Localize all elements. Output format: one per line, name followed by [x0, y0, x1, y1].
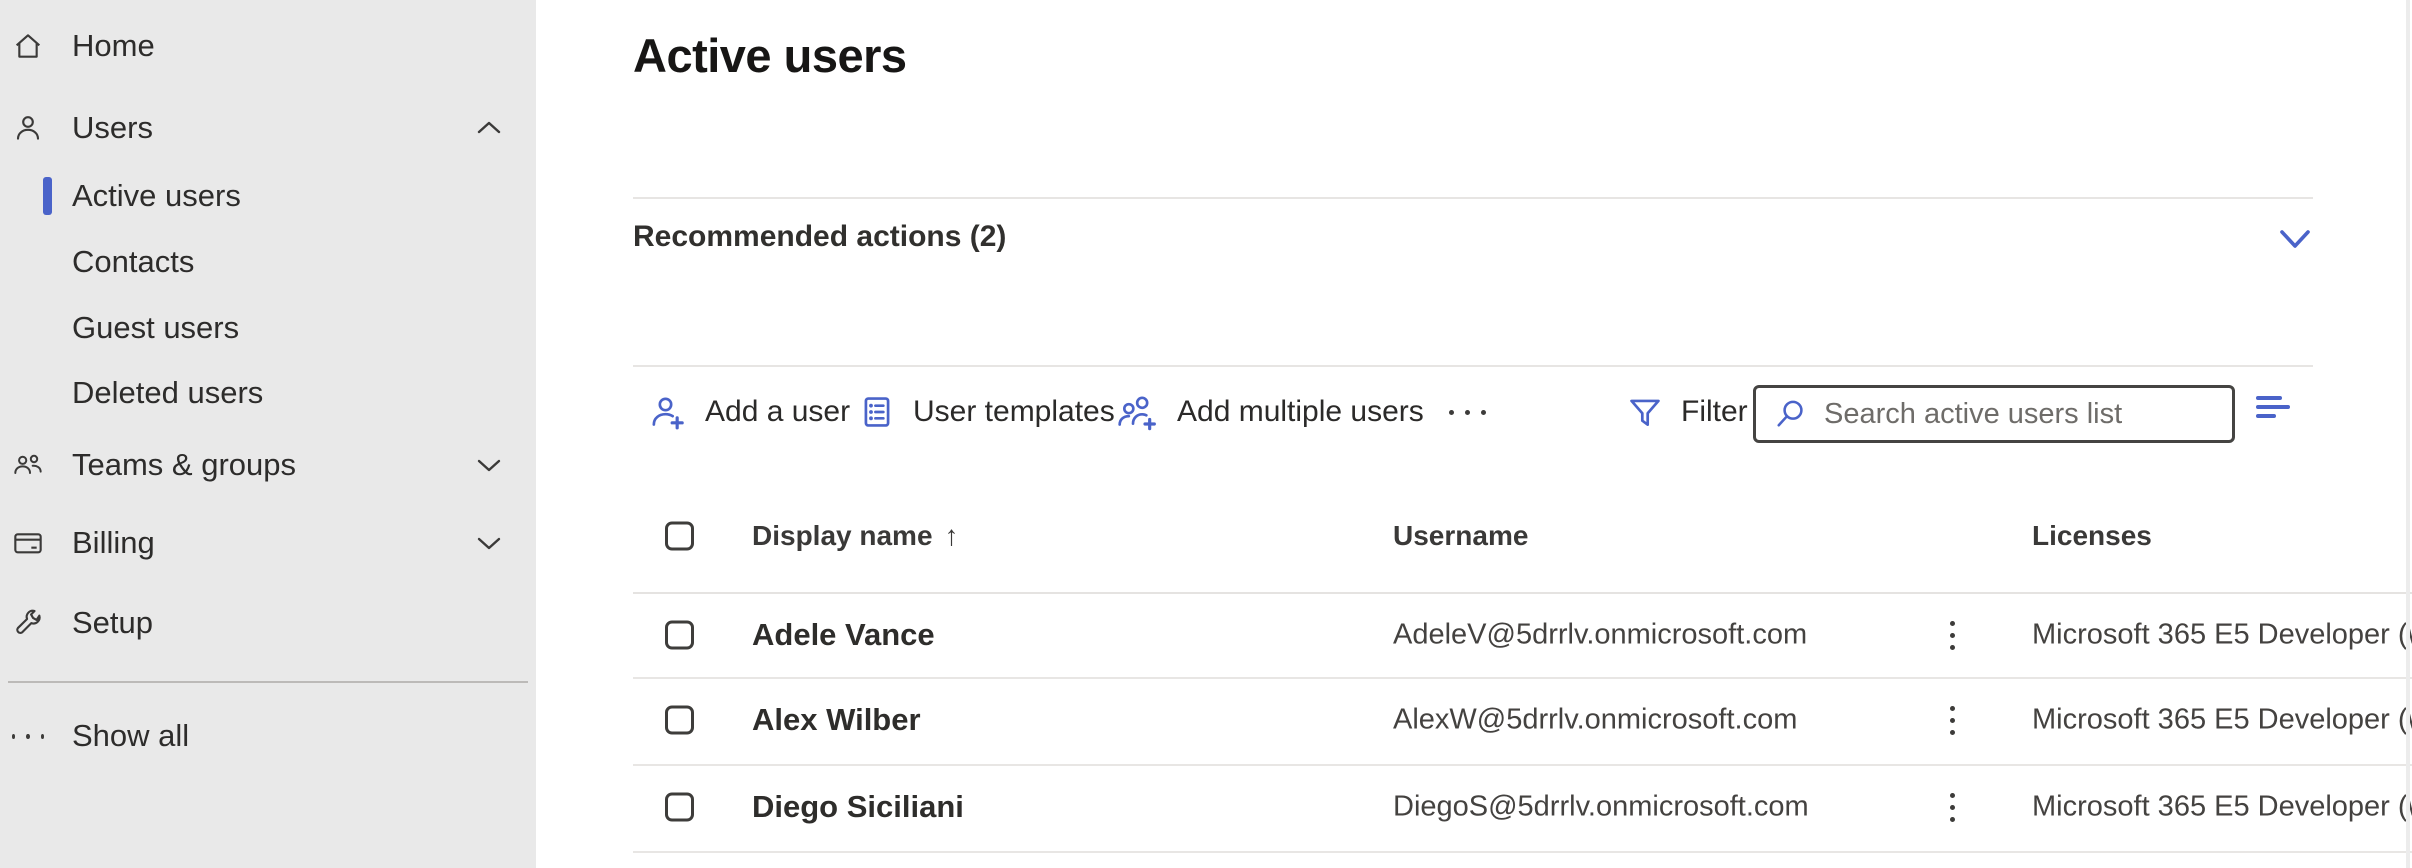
sidebar: Home Users Active users Contacts Guest u… — [0, 0, 536, 868]
sort-ascending-arrow-icon: ↑ — [945, 520, 959, 551]
row-checkbox[interactable] — [665, 621, 694, 650]
table-row: Diego Siciliani DiegoS@5drrlv.onmicrosof… — [633, 766, 2412, 848]
user-templates-button[interactable]: User templates — [858, 380, 1115, 444]
sidebar-item-billing[interactable]: Billing — [0, 513, 536, 573]
user-templates-label: User templates — [913, 395, 1115, 429]
sidebar-item-users[interactable]: Users — [0, 98, 536, 158]
add-multiple-users-button[interactable]: Add multiple users — [1116, 380, 1424, 444]
username-cell: DiegoS@5drrlv.onmicrosoft.com — [1393, 791, 1809, 824]
customize-columns-icon[interactable] — [2256, 396, 2292, 422]
recommended-actions-heading: Recommended actions (2) — [633, 220, 1006, 254]
row-more-actions-icon[interactable] — [1938, 785, 1966, 829]
toolbar-divider — [633, 365, 2313, 367]
sidebar-item-label: Guest users — [72, 310, 239, 346]
sidebar-item-label: Show all — [72, 718, 189, 754]
sidebar-item-contacts[interactable]: Contacts — [0, 232, 536, 292]
sidebar-item-active-users[interactable]: Active users — [0, 166, 536, 226]
chevron-down-icon — [476, 456, 502, 474]
row-checkbox[interactable] — [665, 706, 694, 735]
licenses-cell: Microsoft 365 E5 Developer (withou — [2032, 791, 2412, 824]
display-name-link[interactable]: Adele Vance — [752, 617, 935, 653]
people-add-icon — [1116, 392, 1160, 432]
sidebar-item-guest-users[interactable]: Guest users — [0, 298, 536, 358]
filter-button[interactable]: Filter — [1626, 380, 1748, 444]
sidebar-divider — [8, 681, 528, 683]
recommended-actions-expand-chevron-icon[interactable] — [2278, 224, 2312, 254]
table-header-row: Display name ↑ Username Licenses — [633, 500, 2412, 572]
licenses-cell: Microsoft 365 E5 Developer (withou — [2032, 704, 2412, 737]
sidebar-item-label: Contacts — [72, 244, 194, 280]
table-row: Adele Vance AdeleV@5drrlv.onmicrosoft.co… — [633, 594, 2412, 676]
username-cell: AdeleV@5drrlv.onmicrosoft.com — [1393, 619, 1807, 652]
sidebar-item-teams-groups[interactable]: Teams & groups — [0, 435, 536, 495]
sidebar-item-deleted-users[interactable]: Deleted users — [0, 363, 536, 423]
search-icon — [1772, 396, 1808, 432]
row-divider — [633, 851, 2412, 853]
more-dots-icon — [12, 706, 44, 766]
sidebar-item-label: Deleted users — [72, 375, 263, 411]
sidebar-item-label: Users — [72, 110, 153, 146]
add-user-label: Add a user — [705, 395, 850, 429]
filter-label: Filter — [1681, 395, 1748, 429]
sidebar-item-label: Active users — [72, 178, 241, 214]
page-title: Active users — [633, 28, 907, 83]
row-more-actions-icon[interactable] — [1938, 613, 1966, 657]
section-divider — [633, 197, 2313, 199]
template-list-icon — [858, 393, 896, 431]
chevron-up-icon — [476, 119, 502, 137]
licenses-cell: Microsoft 365 E5 Developer (withou — [2032, 619, 2412, 652]
people-icon — [12, 449, 44, 481]
person-add-icon — [648, 392, 688, 432]
chevron-down-icon — [476, 534, 502, 552]
search-input[interactable] — [1822, 397, 2224, 432]
more-actions-button[interactable] — [1443, 380, 1491, 444]
column-header-username[interactable]: Username — [1393, 520, 1528, 552]
add-multiple-users-label: Add multiple users — [1177, 395, 1424, 429]
scroll-edge — [2406, 0, 2410, 868]
sidebar-item-label: Billing — [72, 525, 155, 561]
row-checkbox[interactable] — [665, 793, 694, 822]
table-row: Alex Wilber AlexW@5drrlv.onmicrosoft.com… — [633, 679, 2412, 761]
sidebar-item-label: Teams & groups — [72, 447, 296, 483]
display-name-link[interactable]: Alex Wilber — [752, 702, 921, 738]
person-icon — [12, 112, 44, 144]
filter-funnel-icon — [1626, 393, 1664, 431]
select-all-checkbox[interactable] — [665, 522, 694, 551]
display-name-link[interactable]: Diego Siciliani — [752, 789, 964, 825]
sidebar-item-home[interactable]: Home — [0, 16, 536, 76]
column-header-licenses[interactable]: Licenses — [2032, 520, 2152, 552]
sidebar-item-setup[interactable]: Setup — [0, 593, 536, 653]
username-cell: AlexW@5drrlv.onmicrosoft.com — [1393, 704, 1797, 737]
row-more-actions-icon[interactable] — [1938, 698, 1966, 742]
column-header-display-name[interactable]: Display name ↑ — [752, 520, 959, 552]
search-box — [1753, 385, 2235, 443]
sidebar-item-label: Setup — [72, 605, 153, 641]
credit-card-icon — [12, 527, 44, 559]
more-actions-icon — [1449, 380, 1486, 444]
column-header-label: Display name — [752, 520, 933, 551]
selected-indicator — [43, 177, 52, 215]
sidebar-item-show-all[interactable]: Show all — [0, 706, 536, 766]
sidebar-item-label: Home — [72, 28, 155, 64]
add-user-button[interactable]: Add a user — [648, 380, 850, 444]
home-icon — [12, 30, 44, 62]
wrench-icon — [12, 607, 44, 639]
